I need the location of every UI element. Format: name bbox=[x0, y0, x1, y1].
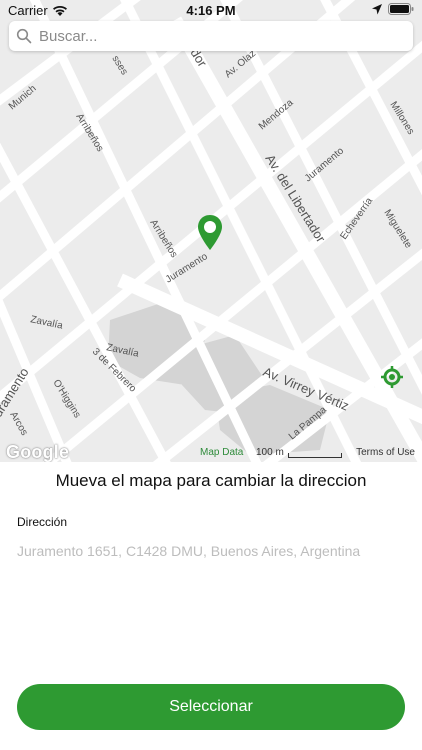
map-pin-icon bbox=[198, 215, 222, 250]
battery-icon bbox=[388, 3, 414, 15]
map-attribution-bar: Google Map Data 100 m Terms of Use bbox=[0, 440, 422, 462]
status-icons bbox=[372, 3, 414, 15]
scale-bar bbox=[288, 453, 342, 458]
terms-of-use-link[interactable]: Terms of Use bbox=[356, 447, 415, 458]
street-label: Arcos bbox=[7, 410, 29, 438]
map-data-link[interactable]: Map Data bbox=[200, 447, 243, 458]
status-bar: Carrier 4:16 PM bbox=[0, 0, 422, 20]
scale-label: 100 m bbox=[256, 447, 284, 458]
my-location-icon[interactable] bbox=[380, 365, 404, 389]
search-input[interactable] bbox=[39, 27, 399, 45]
google-logo: Google bbox=[6, 442, 70, 462]
search-icon bbox=[9, 21, 39, 51]
street-label: sses bbox=[109, 54, 129, 77]
status-time: 4:16 PM bbox=[186, 3, 236, 18]
address-value: Juramento 1651, C1428 DMU, Buenos Aires,… bbox=[17, 543, 361, 559]
search-bar[interactable] bbox=[9, 21, 413, 51]
select-button[interactable]: Seleccionar bbox=[17, 684, 405, 730]
address-label: Dirección bbox=[17, 515, 68, 529]
street-label: Miguelete bbox=[381, 208, 414, 251]
street-label: O'Higgins bbox=[50, 378, 82, 420]
map-view[interactable]: Av. del Libertador Av. Virrey Vértiz Jur… bbox=[0, 0, 422, 462]
instruction-text: Mueva el mapa para cambiar la direccion bbox=[55, 471, 367, 490]
location-arrow-icon bbox=[372, 3, 382, 14]
street-label: Zavalía bbox=[29, 314, 64, 332]
